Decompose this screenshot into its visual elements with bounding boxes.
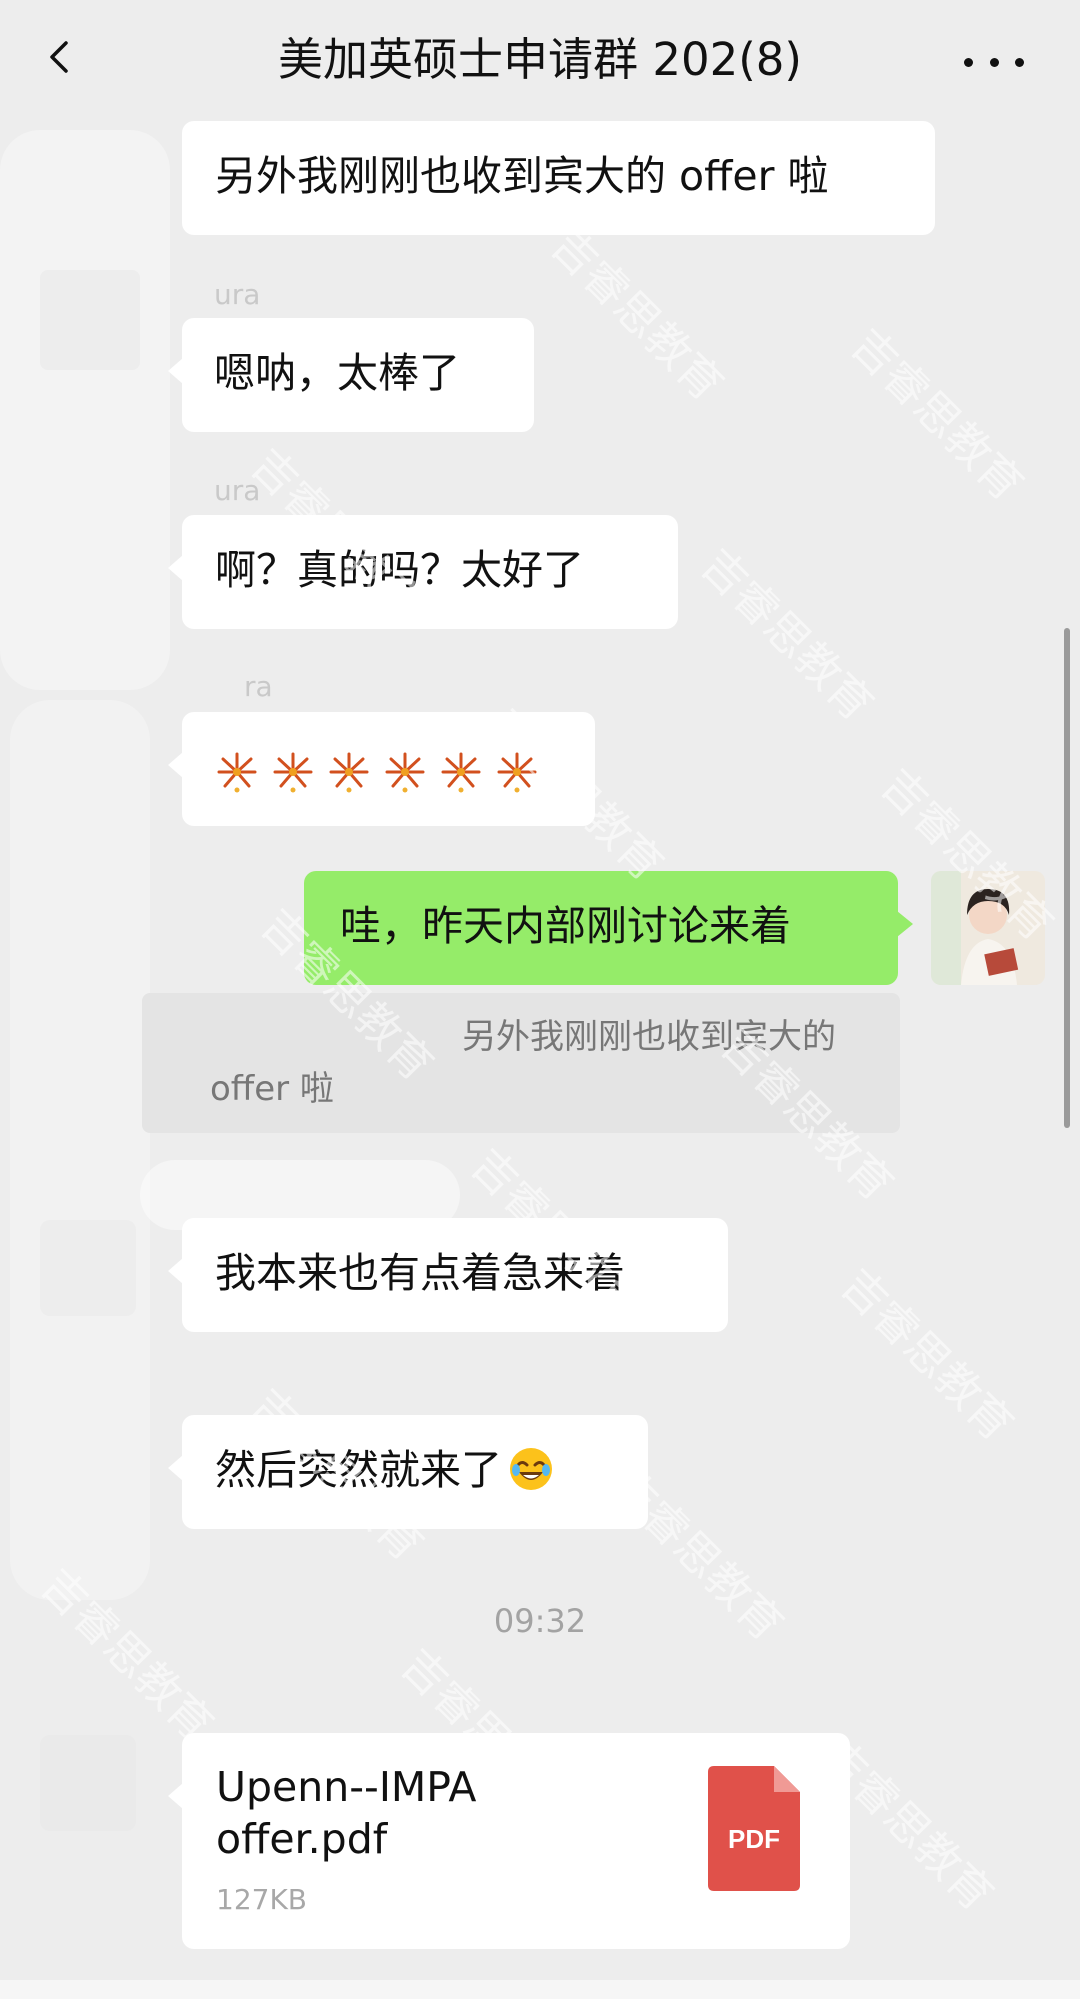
message-bubble[interactable]: 然后突然就来了	[168, 1415, 648, 1529]
scrollbar[interactable]	[1064, 628, 1070, 1128]
chat-header: 美加英硕士申请群 202(8)	[0, 0, 1080, 120]
firework-emoji	[495, 750, 539, 794]
firework-emoji	[383, 750, 427, 794]
sender-name: ra	[244, 670, 273, 703]
firework-emoji	[327, 750, 371, 794]
timestamp: 09:32	[493, 1602, 587, 1640]
watermark: 吉睿思教育	[831, 1259, 1023, 1451]
avatar-blur	[40, 1735, 136, 1831]
firework-emoji	[439, 750, 483, 794]
quote-line: offer 啦	[210, 1069, 334, 1109]
firework-emoji	[215, 750, 259, 794]
message-text: 另外我刚刚也收到宾大的 offer 啦	[215, 152, 829, 200]
message-bubble[interactable]: 嗯呐，太棒了	[168, 318, 534, 432]
message-bubble[interactable]: 啊？真的吗？太好了	[168, 515, 678, 629]
chat-title: 美加英硕士申请群 202(8)	[278, 33, 802, 86]
pdf-file-icon: PDF	[708, 1766, 800, 1891]
avatar-blur	[40, 1220, 136, 1316]
watermark: 吉睿思教育	[541, 219, 733, 411]
input-bar-edge	[0, 1980, 1080, 1999]
self-avatar[interactable]	[931, 871, 1045, 985]
quote-line: 另外我刚刚也收到宾大的	[462, 1017, 836, 1057]
firework-emoji	[271, 750, 315, 794]
quoted-reply[interactable]: 另外我刚刚也收到宾大的 offer 啦	[142, 993, 900, 1133]
self-message-bubble[interactable]: 哇，昨天内部刚讨论来着	[304, 871, 913, 985]
file-message-card[interactable]: Upenn--IMPA offer.pdf 127KB PDF	[168, 1733, 850, 1949]
watermark: 吉睿思教育	[841, 319, 1033, 511]
message-text: 我本来也有点着急来着	[215, 1249, 625, 1297]
chevron-left-icon[interactable]	[42, 40, 76, 74]
blur-smear	[0, 130, 170, 690]
sender-name: ura	[214, 474, 261, 507]
blur-smear	[10, 700, 150, 1600]
pdf-badge: PDF	[728, 1824, 780, 1854]
message-bubble[interactable]: 另外我刚刚也收到宾大的 offer 啦	[182, 121, 935, 235]
message-text: 嗯呐，太棒了	[214, 349, 460, 397]
message-bubble[interactable]	[168, 712, 595, 826]
message-text: 然后突然就来了	[215, 1446, 502, 1494]
laughing-emoji	[508, 1446, 554, 1492]
message-text: 哇，昨天内部刚讨论来着	[340, 902, 791, 950]
more-dots-icon[interactable]	[964, 58, 1024, 68]
avatar-blur	[40, 270, 140, 370]
watermark: 吉睿思教育	[691, 539, 883, 731]
file-size: 127KB	[216, 1883, 308, 1916]
message-text: 啊？真的吗？太好了	[215, 546, 584, 594]
file-name: Upenn--IMPA offer.pdf	[216, 1763, 477, 1863]
sender-name: ura	[214, 278, 261, 311]
message-bubble[interactable]: 我本来也有点着急来着	[168, 1218, 728, 1332]
